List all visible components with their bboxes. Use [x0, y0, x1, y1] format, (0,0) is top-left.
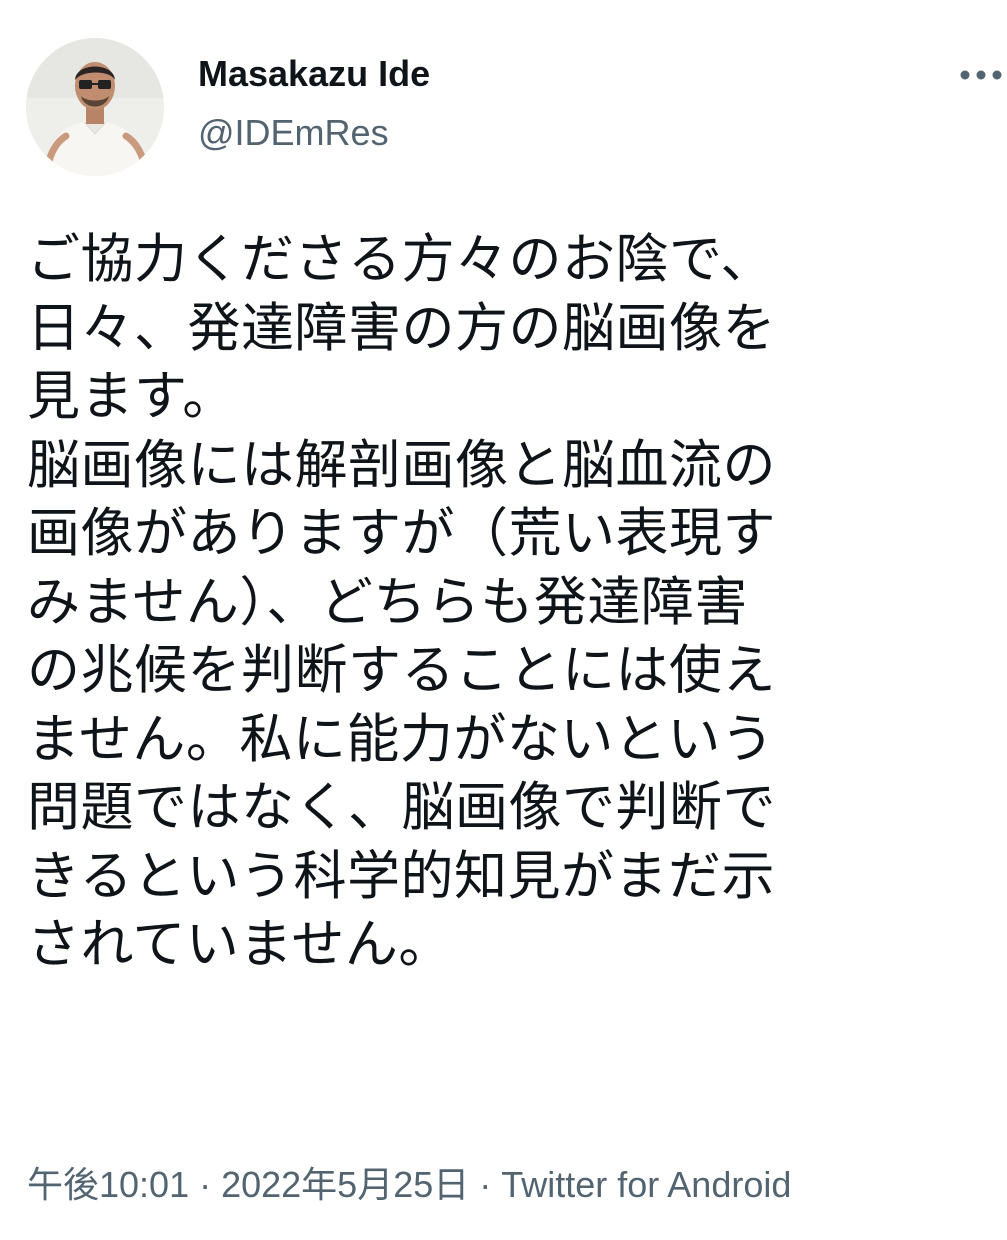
display-name[interactable]: Masakazu Ide — [198, 54, 430, 94]
tweet-text-line: ご協力くださる方々のお陰で、 — [27, 229, 774, 290]
tweet-text-line: 問題ではなく、脳画像で判断で — [27, 777, 776, 838]
tweet-text-line: 画像がありますが（荒い表現す — [27, 503, 776, 564]
tweet-date[interactable]: 2022年5月25日 — [221, 1164, 469, 1205]
tweet-time[interactable]: 午後10:01 — [27, 1164, 189, 1205]
tweet-metadata: 午後10:01 · 2022年5月25日 · Twitter for Android — [27, 1163, 791, 1207]
tweet-text-line: きるという科学的知見がまだ示 — [27, 845, 775, 907]
tweet-text: ご協力くださる方々のお陰で、 日々、発達障害の方の脳画像を 見ます。 脳画像には… — [27, 226, 987, 980]
avatar[interactable] — [26, 38, 164, 176]
author-info: Masakazu Ide @IDEmRes — [198, 54, 430, 153]
tweet-text-line: みません）、どちらも発達障害 — [27, 571, 748, 633]
meta-separator: · — [479, 1164, 492, 1205]
more-horizontal-icon — [960, 70, 1002, 80]
user-handle[interactable]: @IDEmRes — [198, 113, 430, 153]
tweet-text-line: ません。私に能力がないという — [27, 708, 775, 770]
tweet-text-line: 日々、発達障害の方の脳画像を — [27, 297, 776, 359]
tweet: Masakazu Ide @IDEmRes ご協力くださる方々のお陰で、 日々、… — [0, 0, 1007, 1240]
more-options-button[interactable] — [956, 60, 1006, 90]
tweet-text-line: 脳画像には解剖画像と脳血流の — [27, 434, 776, 496]
meta-separator: · — [199, 1164, 212, 1205]
avatar-photo — [26, 38, 164, 176]
tweet-text-line: の兆候を判断することには使え — [27, 640, 776, 701]
tweet-text-line: 見ます。 — [27, 366, 236, 427]
tweet-text-line: されていません。 — [27, 914, 452, 975]
tweet-source[interactable]: Twitter for Android — [501, 1164, 791, 1205]
